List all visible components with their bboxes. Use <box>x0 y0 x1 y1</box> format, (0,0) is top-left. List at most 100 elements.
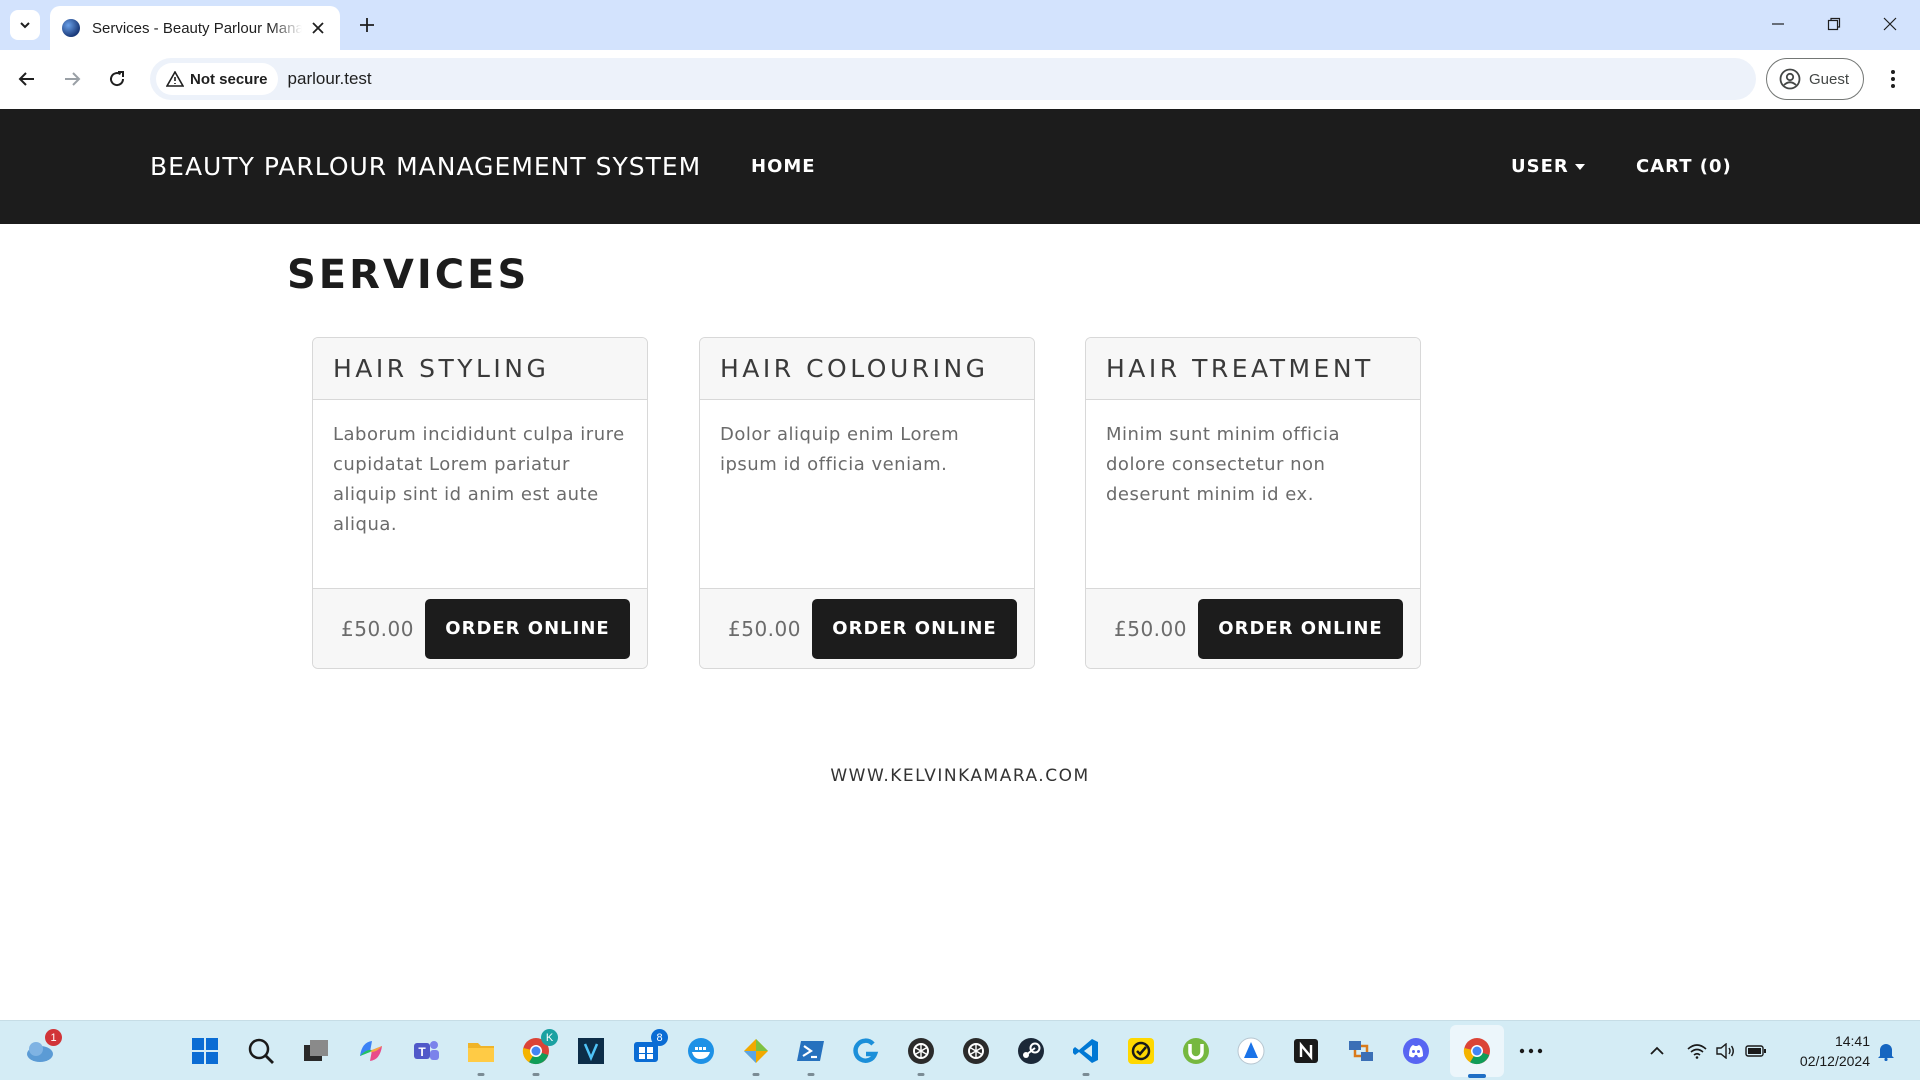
service-description: Minim sunt minim officia dolore consecte… <box>1106 424 1340 505</box>
logitech-button[interactable] <box>848 1033 884 1069</box>
browser-tab-strip: Services - Beauty Parlour Management Sys… <box>0 0 1920 50</box>
running-indicator <box>807 1073 815 1076</box>
wifi-status[interactable] <box>1685 1021 1709 1080</box>
windows-taskbar: 1 T K 8 14:41 02/12/2024 <box>0 1020 1920 1080</box>
git-icon <box>744 1039 768 1063</box>
file-explorer-button[interactable] <box>463 1033 499 1076</box>
chatgpt-alt-button[interactable] <box>958 1033 994 1069</box>
browser-tab-active[interactable]: Services - Beauty Parlour Management Sys… <box>50 6 340 50</box>
teams-button[interactable]: T <box>408 1033 444 1069</box>
url-text[interactable]: parlour.test <box>288 69 372 89</box>
service-name: HAIR STYLING <box>313 338 647 400</box>
task-view-button[interactable] <box>298 1033 334 1069</box>
notifications-button[interactable] <box>1874 1021 1898 1080</box>
search-icon <box>248 1038 274 1064</box>
powershell-icon <box>797 1041 824 1061</box>
running-indicator <box>1082 1073 1090 1076</box>
docker-button[interactable] <box>683 1033 719 1069</box>
service-price: £50.00 <box>728 616 801 641</box>
new-tab-button[interactable] <box>352 10 382 40</box>
tab-search-button[interactable] <box>10 10 40 40</box>
service-price: £50.00 <box>341 616 414 641</box>
close-icon <box>1883 17 1897 31</box>
norton-icon <box>1128 1038 1154 1064</box>
forward-button[interactable] <box>55 62 89 96</box>
back-button[interactable] <box>10 62 44 96</box>
page-title: SERVICES <box>287 252 530 298</box>
profile-button[interactable]: Guest <box>1766 58 1864 100</box>
service-description: Dolor aliquip enim Lorem ipsum id offici… <box>720 424 960 475</box>
reload-button[interactable] <box>100 62 134 96</box>
order-online-button[interactable]: ORDER ONLINE <box>812 598 1017 659</box>
tab-close-button[interactable] <box>308 18 328 38</box>
nav-user-label: USER <box>1511 156 1569 177</box>
nav-user-dropdown[interactable]: USER <box>1511 109 1585 224</box>
vscode-icon <box>1073 1039 1098 1063</box>
taskbar-clock[interactable]: 14:41 02/12/2024 <box>1780 1031 1870 1071</box>
chevron-down-icon <box>20 22 30 29</box>
show-hidden-icons-button[interactable] <box>1646 1021 1668 1080</box>
minimize-button[interactable] <box>1750 6 1806 42</box>
browser-menu-button[interactable] <box>1876 62 1910 96</box>
chevron-up-icon <box>1650 1046 1664 1055</box>
nav-home-link[interactable]: HOME <box>751 109 816 224</box>
site-brand[interactable]: BEAUTY PARLOUR MANAGEMENT SYSTEM <box>150 109 701 224</box>
nav-cart-link[interactable]: CART (0) <box>1636 109 1732 224</box>
app-button[interactable] <box>1233 1033 1269 1069</box>
reload-icon <box>110 71 125 87</box>
bell-icon <box>1878 1044 1894 1061</box>
discord-button[interactable] <box>1398 1033 1434 1069</box>
powershell-button[interactable] <box>793 1033 829 1076</box>
clock-time: 14:41 <box>1834 1033 1870 1049</box>
volume-status[interactable] <box>1713 1021 1737 1080</box>
security-indicator[interactable]: Not secure <box>156 63 278 95</box>
folder-icon <box>468 1043 494 1062</box>
visual-studio-button[interactable] <box>573 1033 609 1069</box>
norton-button[interactable] <box>1123 1033 1159 1069</box>
security-label: Not secure <box>190 70 268 88</box>
git-client-button[interactable] <box>738 1033 774 1076</box>
chrome-button[interactable] <box>1459 1033 1495 1069</box>
tab-title: Services - Beauty Parlour Management Sys… <box>92 19 302 37</box>
openai-icon <box>963 1038 989 1064</box>
close-window-button[interactable] <box>1862 6 1918 42</box>
plus-icon <box>360 18 374 32</box>
battery-status[interactable] <box>1743 1021 1769 1080</box>
chrome-profile-button[interactable]: K <box>518 1029 558 1076</box>
chrome-icon <box>1463 1038 1490 1065</box>
address-bar[interactable]: Not secure parlour.test <box>150 58 1756 100</box>
site-navbar: BEAUTY PARLOUR MANAGEMENT SYSTEM HOME US… <box>0 109 1920 224</box>
minimize-icon <box>1772 23 1784 25</box>
network-tool-button[interactable] <box>1343 1033 1379 1069</box>
service-card: HAIR TREATMENT Minim sunt minim officia … <box>1085 337 1421 669</box>
start-button[interactable] <box>187 1033 223 1069</box>
visual-studio-icon <box>578 1038 604 1064</box>
chrome-profile-badge: K <box>541 1029 558 1046</box>
more-apps-button[interactable] <box>1513 1033 1549 1069</box>
windows-start-icon <box>192 1038 218 1064</box>
service-card: HAIR STYLING Laborum incididunt culpa ir… <box>312 337 648 669</box>
copilot-button[interactable] <box>353 1033 389 1069</box>
chatgpt-button[interactable] <box>903 1033 939 1076</box>
service-price: £50.00 <box>1114 616 1187 641</box>
order-online-button[interactable]: ORDER ONLINE <box>425 598 630 659</box>
wifi-icon <box>1687 1044 1707 1059</box>
running-indicator <box>532 1073 540 1076</box>
store-badge: 8 <box>651 1029 668 1046</box>
footer-website-link[interactable]: WWW.KELVINKAMARA.COM <box>0 766 1920 786</box>
copilot-icon <box>360 1041 382 1061</box>
restore-button[interactable] <box>1806 6 1862 42</box>
microsoft-store-button[interactable]: 8 <box>628 1029 668 1069</box>
order-online-button[interactable]: ORDER ONLINE <box>1198 598 1403 659</box>
steam-button[interactable] <box>1013 1033 1049 1069</box>
vscode-button[interactable] <box>1068 1033 1104 1076</box>
profile-label: Guest <box>1809 70 1850 88</box>
weather-widget[interactable]: 1 <box>22 1029 62 1069</box>
steam-icon <box>1018 1038 1044 1064</box>
taskbar-search-button[interactable] <box>243 1033 279 1069</box>
notion-button[interactable] <box>1288 1033 1324 1069</box>
service-description: Laborum incididunt culpa irure cupidatat… <box>333 424 625 535</box>
notion-icon <box>1294 1039 1318 1063</box>
task-view-icon <box>304 1040 328 1061</box>
utorrent-button[interactable] <box>1178 1033 1214 1069</box>
